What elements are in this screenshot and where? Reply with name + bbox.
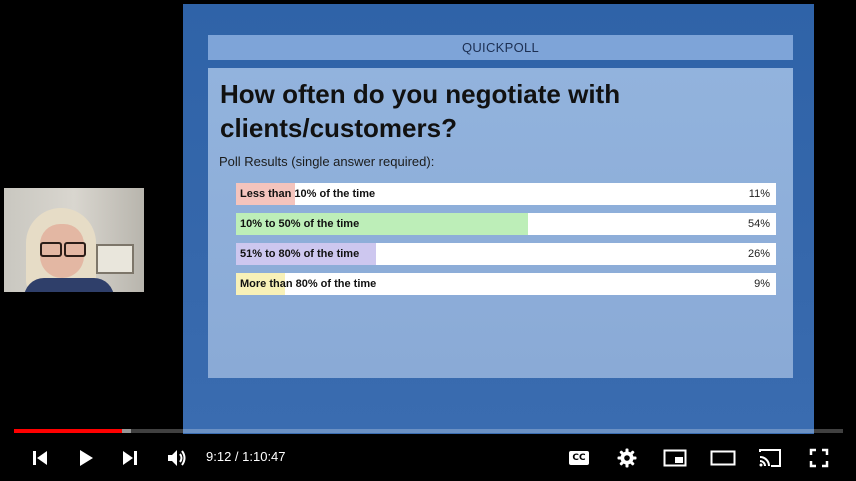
- theater-mode-icon: [710, 450, 736, 466]
- poll-option: More than 80% of the time 9%: [236, 273, 776, 295]
- poll-option-percent: 54%: [747, 218, 770, 230]
- poll-option-percent: 11%: [748, 188, 770, 200]
- cast-button[interactable]: [756, 440, 784, 476]
- poll-subtitle: Poll Results (single answer required):: [219, 154, 435, 169]
- miniplayer-icon: [663, 449, 687, 467]
- poll-option-percent: 9%: [754, 278, 770, 290]
- settings-icon: [617, 448, 637, 468]
- cast-icon: [759, 449, 781, 467]
- poll-panel: How often do you negotiate with clients/…: [208, 68, 793, 378]
- control-bar: 9:12 / 1:10:47 CC: [0, 440, 856, 476]
- poll-option-label: 10% to 50% of the time: [240, 218, 360, 230]
- poll-option-label: Less than 10% of the time: [240, 188, 376, 200]
- captions-icon: CC: [569, 451, 589, 465]
- captions-button[interactable]: CC: [566, 440, 592, 476]
- quickpoll-header: QUICKPOLL: [208, 35, 793, 60]
- previous-icon: [33, 451, 47, 465]
- poll-question: How often do you negotiate with clients/…: [220, 79, 621, 143]
- fullscreen-icon: [809, 448, 829, 468]
- settings-button[interactable]: [614, 440, 640, 476]
- next-icon: [123, 451, 137, 465]
- poll-option-label: 51% to 80% of the time: [240, 248, 360, 260]
- volume-button[interactable]: [164, 440, 190, 476]
- poll-option-percent: 26%: [747, 248, 770, 260]
- poll-option: 10% to 50% of the time 54%: [236, 213, 776, 235]
- poll-option: 51% to 80% of the time 26%: [236, 243, 776, 265]
- theater-mode-button[interactable]: [710, 440, 736, 476]
- previous-button[interactable]: [28, 440, 52, 476]
- video-player[interactable]: QUICKPOLL How often do you negotiate wit…: [0, 0, 856, 481]
- play-icon: [80, 450, 93, 466]
- poll-option: Less than 10% of the time 11%: [236, 183, 776, 205]
- miniplayer-button[interactable]: [662, 440, 688, 476]
- presentation-slide: QUICKPOLL How often do you negotiate wit…: [183, 4, 814, 434]
- play-button[interactable]: [74, 440, 98, 476]
- volume-icon: [168, 450, 186, 466]
- webcam-feed: [4, 188, 144, 292]
- progress-played: [14, 429, 122, 433]
- fullscreen-button[interactable]: [806, 440, 832, 476]
- time-display: 9:12 / 1:10:47: [206, 449, 286, 464]
- poll-option-label: More than 80% of the time: [240, 278, 377, 290]
- progress-bar[interactable]: [14, 429, 843, 433]
- next-button[interactable]: [118, 440, 142, 476]
